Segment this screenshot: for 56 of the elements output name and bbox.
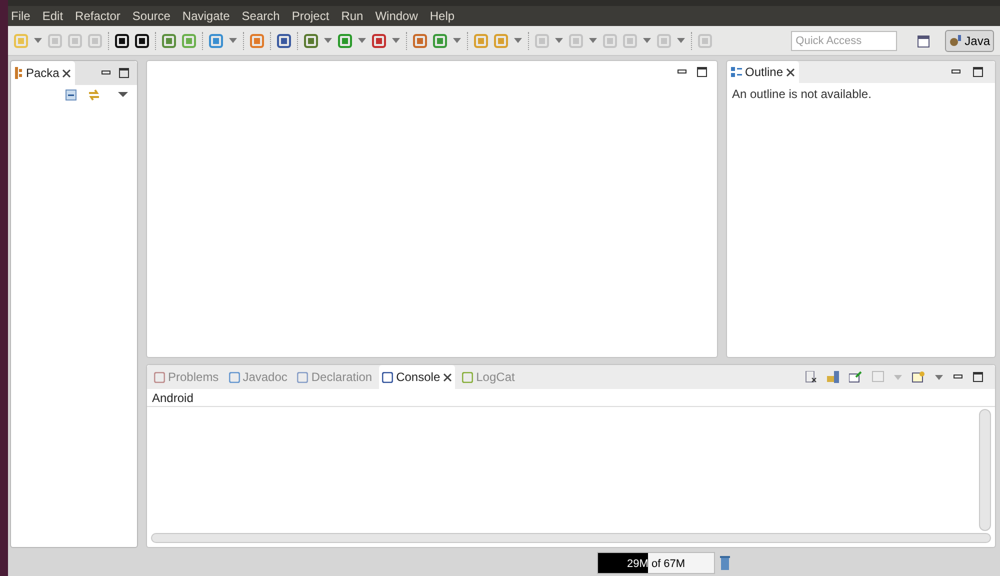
heap-usage-text: 29M of 67M xyxy=(627,557,686,572)
maximize-icon[interactable] xyxy=(697,67,707,77)
menu-item[interactable]: Search xyxy=(242,7,280,25)
caret-icon[interactable] xyxy=(555,38,563,43)
caret-icon[interactable] xyxy=(935,374,943,380)
close-icon[interactable] xyxy=(62,68,72,78)
trash-icon[interactable] xyxy=(719,555,731,571)
quick-access-field[interactable]: Quick Access xyxy=(790,30,897,50)
maximize-icon[interactable] xyxy=(119,68,129,78)
caret-icon[interactable] xyxy=(514,38,522,43)
menu-item[interactable]: Window xyxy=(375,7,418,25)
tab-icon xyxy=(297,372,308,382)
view-tab[interactable]: Packa xyxy=(11,61,76,85)
java-perspective-icon xyxy=(948,34,963,48)
menu-item[interactable]: File xyxy=(11,7,30,25)
view-menu-icon[interactable] xyxy=(117,91,129,99)
link-arrows-icon[interactable] xyxy=(87,89,101,101)
outline-icon xyxy=(731,66,742,78)
collapse-all-icon[interactable] xyxy=(65,89,77,101)
view-tab[interactable]: Outline xyxy=(727,61,800,83)
clear-console-icon[interactable] xyxy=(805,371,817,383)
menu-item[interactable]: Help xyxy=(430,7,455,25)
caret-icon[interactable] xyxy=(358,38,366,43)
tab-icon xyxy=(462,372,474,382)
menu-item[interactable]: Project xyxy=(292,7,330,25)
java-perspective-button[interactable]: Java xyxy=(944,30,994,52)
menu-item[interactable]: Source xyxy=(132,7,170,25)
caret-icon[interactable] xyxy=(453,38,461,43)
vertical-scrollbar[interactable] xyxy=(979,409,991,531)
tab-icon xyxy=(228,372,240,382)
heap-status[interactable]: 29M of 67M xyxy=(597,552,715,574)
outline-message: An outline is not available. xyxy=(731,86,872,103)
horizontal-scrollbar[interactable] xyxy=(151,533,991,543)
tab-icon xyxy=(382,372,394,382)
caret-icon[interactable] xyxy=(34,38,42,43)
close-icon[interactable] xyxy=(443,372,452,382)
caret-icon[interactable] xyxy=(229,38,237,43)
caret-icon[interactable] xyxy=(643,38,651,43)
scroll-lock-icon[interactable] xyxy=(827,371,839,383)
console-title: Android xyxy=(147,389,995,407)
new-console-icon[interactable] xyxy=(912,371,925,383)
menu-item[interactable]: Navigate xyxy=(182,7,230,25)
caret-icon[interactable] xyxy=(589,38,597,43)
open-perspective-icon[interactable] xyxy=(916,34,931,48)
menu-item[interactable]: Edit xyxy=(42,7,64,25)
pin-console-icon[interactable] xyxy=(849,371,862,383)
menu-item[interactable]: Refactor xyxy=(75,7,120,25)
caret-icon[interactable] xyxy=(392,38,400,43)
caret-icon[interactable] xyxy=(677,38,685,43)
panel-tab[interactable]: Console xyxy=(379,365,456,389)
close-icon[interactable] xyxy=(786,68,796,76)
tab-icon xyxy=(154,372,165,382)
maximize-icon[interactable] xyxy=(973,372,983,382)
maximize-icon[interactable] xyxy=(973,67,983,77)
menu-item[interactable]: Run xyxy=(341,7,364,25)
caret-icon[interactable] xyxy=(324,38,332,43)
